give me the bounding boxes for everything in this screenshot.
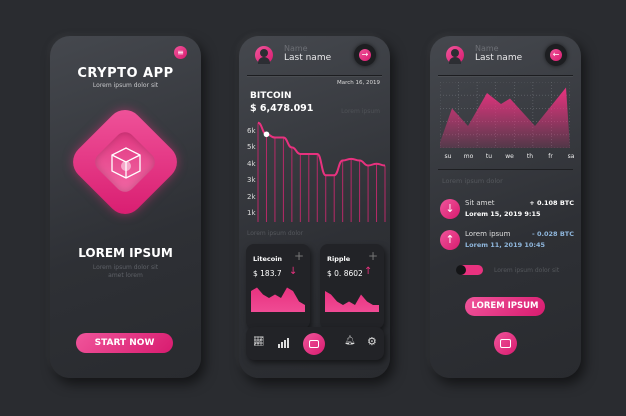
app-title: CRYPTO APP xyxy=(77,66,174,81)
toggle-label: Lorem ipsum dolor sit xyxy=(494,267,560,274)
section-label: Lorem ipsum dolor xyxy=(442,177,503,185)
weekly-area xyxy=(440,87,570,148)
transaction-amount: + 0.108 BTC xyxy=(529,199,574,207)
start-now-button[interactable]: START NOW xyxy=(76,333,173,353)
user-name: Name xyxy=(475,44,499,53)
app-subtitle: Lorem ipsum dolor sit xyxy=(92,82,159,89)
screen-dashboard: Name Last name → March 16, 2019 BITCOIN … xyxy=(239,36,390,378)
day-label: we xyxy=(505,153,514,160)
user-last-name: Last name xyxy=(475,53,523,63)
coin-card-ripple[interactable]: Ripple + $ 0. 8602 ↑ xyxy=(320,244,384,329)
cube-icon xyxy=(111,147,141,179)
divider xyxy=(438,169,573,170)
hero-heading: LOREM IPSUM xyxy=(78,246,173,260)
chart-line-icon[interactable]: 📈︎ xyxy=(253,337,264,347)
card-title: Ripple xyxy=(327,255,351,263)
day-label: su xyxy=(444,153,452,160)
litecoin-sparkline xyxy=(251,287,305,312)
screen-wallet: Name Last name ← su mo tu we th fr sa Lorem ip… xyxy=(430,36,581,378)
sparkline-area xyxy=(251,287,305,312)
day-label: sa xyxy=(567,153,575,160)
arrow-up-icon: ↑ xyxy=(364,266,373,277)
transaction-date: Lorem 15, 2019 9:15 xyxy=(465,210,541,218)
wallet-button[interactable] xyxy=(303,333,325,355)
gear-icon[interactable]: ⚙ xyxy=(367,335,377,348)
section-label: Lorem ipsum dolor xyxy=(247,230,304,237)
bar-chart-icon[interactable] xyxy=(278,338,289,348)
day-label: mo xyxy=(463,153,474,160)
hero-text: Lorem ipsum dolor sit xyxy=(92,264,159,271)
selected-point xyxy=(263,131,270,138)
transaction-row[interactable]: ↓ Sit amet + 0.108 BTC Lorem 15, 2019 9:… xyxy=(438,198,575,224)
transaction-amount: - 0.028 BTC xyxy=(532,230,574,238)
plus-icon[interactable]: + xyxy=(368,249,378,263)
day-label: fr xyxy=(548,153,553,160)
card-price: $ 183.7 xyxy=(253,269,282,278)
transaction-label: Sit amet xyxy=(465,199,495,207)
back-button[interactable]: ← xyxy=(545,44,567,66)
day-label: th xyxy=(526,153,534,160)
plus-icon[interactable]: + xyxy=(294,249,304,263)
wallet-icon xyxy=(500,339,511,348)
arrow-up-icon: ↑ xyxy=(440,230,460,250)
sparkline-area xyxy=(325,291,379,312)
transaction-row[interactable]: ↑ Lorem ipsum - 0.028 BTC Lorem 11, 2019… xyxy=(438,229,575,255)
hamburger-icon[interactable]: ≡ xyxy=(174,46,187,59)
arrow-down-icon: ↓ xyxy=(440,199,460,219)
divider xyxy=(438,75,573,76)
toggle-switch[interactable] xyxy=(456,265,483,275)
card-price: $ 0. 8602 xyxy=(327,269,363,278)
wallet-icon xyxy=(309,340,319,348)
price-line xyxy=(257,121,386,177)
lorem-ipsum-button[interactable]: LOREM IPSUM xyxy=(465,297,545,316)
screen-welcome: ≡ CRYPTO APP Lorem ipsum dolor sit LOREM… xyxy=(50,36,201,378)
wallet-button[interactable] xyxy=(494,332,517,355)
bell-icon[interactable]: 🔔︎ xyxy=(344,336,355,346)
bitcoin-chart[interactable] xyxy=(239,36,390,226)
card-title: Litecoin xyxy=(253,255,283,263)
coin-card-litecoin[interactable]: Litecoin + $ 183.7 ↓ xyxy=(246,244,310,329)
weekly-chart[interactable] xyxy=(440,82,570,148)
bottom-nav: 📈︎ 🔔︎ ⚙ xyxy=(246,327,384,360)
arrow-down-icon: ↓ xyxy=(289,266,298,277)
transaction-label: Lorem ipsum xyxy=(465,230,511,238)
ripple-sparkline xyxy=(325,291,379,312)
transaction-date: Lorem 11, 2019 10:45 xyxy=(465,241,546,249)
day-label: tu xyxy=(485,153,493,160)
arrow-left-icon: ← xyxy=(550,49,562,61)
avatar[interactable] xyxy=(446,46,464,64)
hero-text-2: amet lorem xyxy=(108,272,143,279)
